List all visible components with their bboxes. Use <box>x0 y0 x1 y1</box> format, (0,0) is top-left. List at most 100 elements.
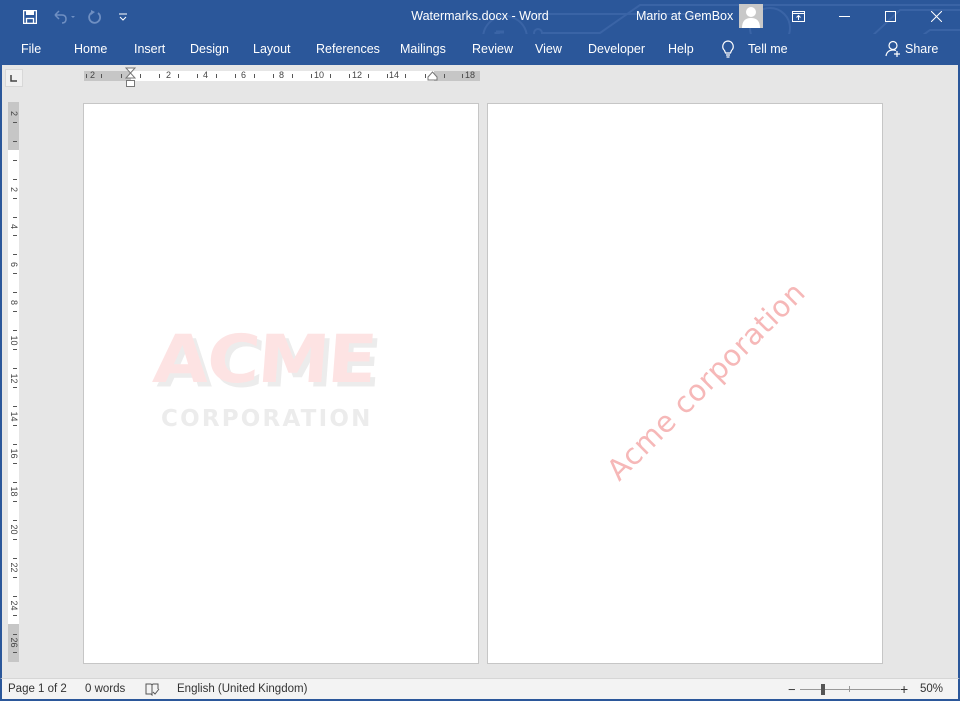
tab-insert[interactable]: Insert <box>134 42 165 56</box>
ruler-tick <box>121 74 122 78</box>
ruler-tick <box>444 74 445 78</box>
ruler-label: 10 <box>9 335 19 346</box>
zoom-in-button[interactable]: + <box>900 681 908 697</box>
document-page-1[interactable]: ACME CORPORATION <box>83 103 479 664</box>
ruler-tick <box>349 74 350 78</box>
zoom-slider-track[interactable] <box>800 689 900 690</box>
zoom-out-button[interactable]: − <box>788 682 796 697</box>
ruler-label: 18 <box>9 486 19 497</box>
ruler-tick <box>292 74 293 78</box>
undo-icon <box>54 10 75 24</box>
ruler-tick <box>13 520 17 521</box>
maximize-icon <box>884 10 896 22</box>
ruler-label: 10 <box>314 70 325 80</box>
zoom-level[interactable]: 50% <box>920 683 943 695</box>
ruler-tick <box>101 74 102 78</box>
ruler-tick <box>462 74 463 78</box>
ruler-tick <box>13 122 17 123</box>
ruler-tick <box>425 74 426 78</box>
tab-layout[interactable]: Layout <box>253 42 291 56</box>
zoom-slider-center-mark <box>849 686 850 692</box>
ruler-tick <box>273 74 274 78</box>
ruler-tick <box>235 74 236 78</box>
tab-file[interactable]: File <box>21 42 41 56</box>
ruler-tick <box>13 368 17 369</box>
ruler-tick <box>13 652 17 653</box>
document-page-2[interactable]: Acme corporation <box>487 103 883 664</box>
ruler-label: 4 <box>203 70 209 80</box>
ruler-label: 8 <box>9 299 19 305</box>
indent-markers[interactable] <box>125 67 136 89</box>
ruler-tick <box>13 501 17 502</box>
ruler-tick <box>13 558 17 559</box>
close-button[interactable] <box>913 0 959 32</box>
customize-qat-button[interactable] <box>108 0 138 34</box>
ruler-tick <box>13 141 17 142</box>
horizontal-ruler[interactable]: 2 2 4 6 8 10 12 14 18 <box>84 70 480 81</box>
language[interactable]: English (United Kingdom) <box>177 683 307 695</box>
ruler-tick <box>13 577 17 578</box>
ruler-label: 16 <box>9 448 19 459</box>
minimize-icon <box>838 15 850 17</box>
share-person-icon <box>885 40 900 57</box>
proofing-icon[interactable] <box>145 683 160 696</box>
ruler-tick <box>13 482 17 483</box>
ruler-tick <box>13 160 17 161</box>
ruler-tick <box>13 463 17 464</box>
ruler-tick <box>13 273 17 274</box>
zoom-slider-thumb[interactable] <box>821 684 825 695</box>
tab-references[interactable]: References <box>316 42 380 56</box>
vertical-ruler[interactable]: 2 2 4 6 8 10 12 14 16 18 20 22 24 26 <box>8 102 19 662</box>
tab-stop-selector[interactable] <box>5 69 23 87</box>
avatar[interactable] <box>739 4 763 28</box>
ruler-tick <box>13 330 17 331</box>
ruler-label: 4 <box>9 223 19 229</box>
ruler-tick <box>13 596 17 597</box>
tab-home[interactable]: Home <box>74 42 107 56</box>
save-button[interactable] <box>15 0 45 34</box>
save-icon <box>23 10 37 24</box>
ruler-label: 2 <box>166 70 172 80</box>
ruler-tick <box>13 198 17 199</box>
ruler-tick <box>13 387 17 388</box>
ruler-tick <box>387 74 388 78</box>
tab-developer[interactable]: Developer <box>588 42 645 56</box>
ruler-tick <box>178 74 179 78</box>
ruler-tick <box>311 74 312 78</box>
maximize-button[interactable] <box>867 0 913 32</box>
document-workspace[interactable]: 2 2 4 6 8 10 12 14 18 2 2 4 6 8 10 12 14… <box>0 65 960 678</box>
ruler-label: 24 <box>9 600 19 611</box>
ribbon-display-options-icon <box>791 10 805 22</box>
tab-mailings[interactable]: Mailings <box>400 42 446 56</box>
minimize-button[interactable] <box>821 0 867 32</box>
ruler-label: 2 <box>90 70 96 80</box>
ruler-label: 26 <box>9 637 19 648</box>
ruler-tick <box>254 74 255 78</box>
acme-logo-watermark: ACME <box>150 320 378 398</box>
text-watermark: Acme corporation <box>600 275 812 487</box>
tell-me-search[interactable]: Tell me <box>748 42 788 56</box>
ruler-tick <box>13 254 17 255</box>
ruler-tick <box>216 74 217 78</box>
word-count[interactable]: 0 words <box>85 683 125 695</box>
ruler-tick <box>368 74 369 78</box>
tab-design[interactable]: Design <box>190 42 229 56</box>
title-bar: Watermarks.docx - Word Mario at GemBox <box>0 0 960 34</box>
undo-button[interactable] <box>50 0 78 34</box>
ruler-label: 22 <box>9 562 19 573</box>
tab-view[interactable]: View <box>535 42 562 56</box>
ruler-label: 18 <box>465 70 476 80</box>
user-silhouette-icon <box>742 7 760 28</box>
share-button[interactable]: Share <box>905 42 938 56</box>
ribbon-display-options-button[interactable] <box>775 0 821 32</box>
ruler-label: 12 <box>9 373 19 384</box>
tab-help[interactable]: Help <box>668 42 694 56</box>
tab-review[interactable]: Review <box>472 42 513 56</box>
right-indent-marker[interactable] <box>427 71 438 81</box>
ruler-tick <box>13 615 17 616</box>
page-count[interactable]: Page 1 of 2 <box>8 683 67 695</box>
ruler-tick <box>13 292 17 293</box>
user-name[interactable]: Mario at GemBox <box>636 9 733 23</box>
ruler-tick <box>13 634 17 635</box>
redo-button[interactable] <box>80 0 110 34</box>
